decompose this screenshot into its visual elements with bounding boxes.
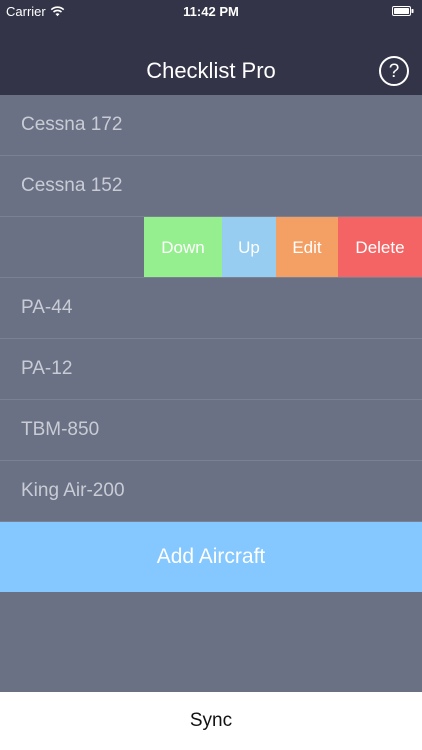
question-circle-icon: ? <box>388 60 400 82</box>
aircraft-name: TBM-850 <box>21 419 100 440</box>
status-time: 11:42 PM <box>183 4 239 19</box>
aircraft-name: PA-44 <box>21 297 73 318</box>
status-bar: Carrier 11:42 PM <box>0 0 422 24</box>
aircraft-row-pa-12[interactable]: PA-12 <box>0 339 422 400</box>
aircraft-name: King Air-200 <box>21 480 125 501</box>
aircraft-row-tbm-850[interactable]: TBM-850 <box>0 400 422 461</box>
navigation-header: Carrier 11:42 PM Checklist Pro ? <box>0 0 422 95</box>
move-up-button[interactable]: Up <box>222 217 276 277</box>
aircraft-row-pa-44[interactable]: PA-44 <box>0 278 422 339</box>
aircraft-name: PA-12 <box>21 358 73 379</box>
help-button[interactable]: ? <box>379 56 409 86</box>
aircraft-list: Cessna 172 Cessna 152 Down Up Edit Delet… <box>0 95 422 522</box>
sync-button[interactable]: Sync <box>190 710 232 732</box>
aircraft-row-cessna-172[interactable]: Cessna 172 <box>0 95 422 156</box>
edit-button[interactable]: Edit <box>276 217 338 277</box>
aircraft-name: Cessna 152 <box>21 175 123 196</box>
swipe-actions: Down Up Edit Delete <box>144 217 422 277</box>
add-aircraft-button[interactable]: Add Aircraft <box>0 522 422 592</box>
move-down-button[interactable]: Down <box>144 217 222 277</box>
aircraft-row-swiped[interactable]: Down Up Edit Delete <box>0 217 422 278</box>
battery-icon <box>392 6 414 16</box>
page-title: Checklist Pro <box>146 58 276 83</box>
bottom-toolbar: Sync <box>0 692 422 750</box>
aircraft-row-king-air-200[interactable]: King Air-200 <box>0 461 422 522</box>
delete-button[interactable]: Delete <box>338 217 422 277</box>
aircraft-row-cessna-152[interactable]: Cessna 152 <box>0 156 422 217</box>
aircraft-name: Cessna 172 <box>21 114 123 135</box>
